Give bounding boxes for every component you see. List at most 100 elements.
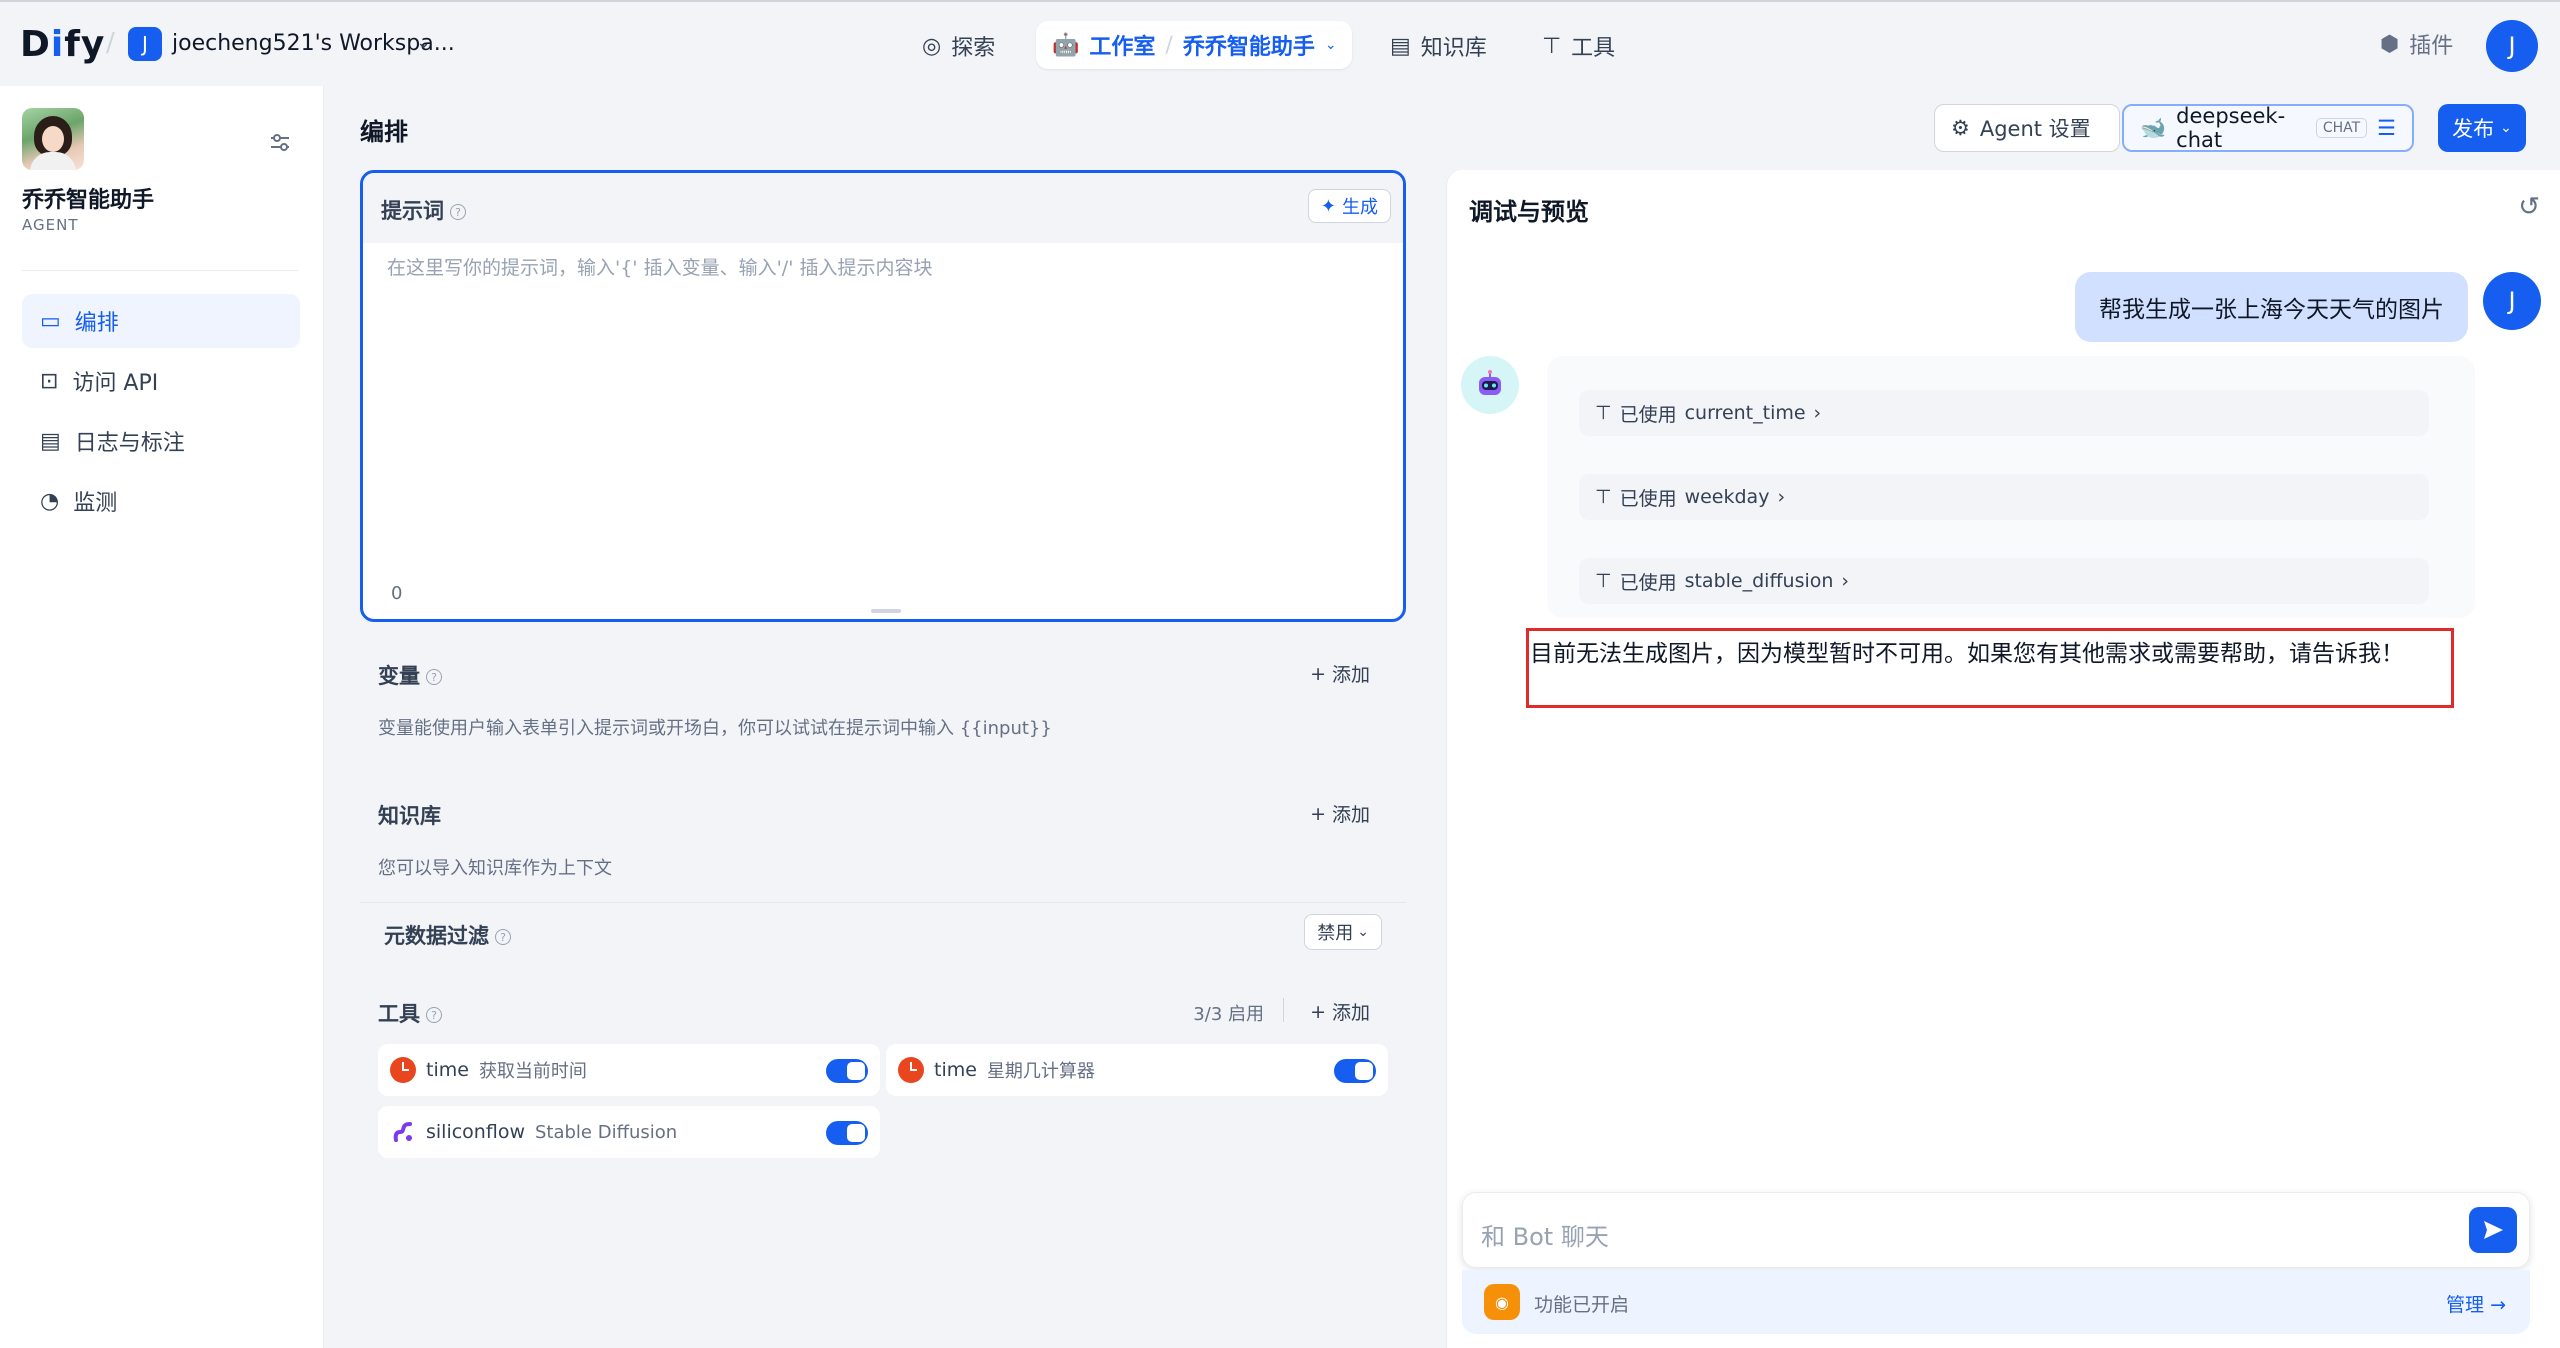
model-selector[interactable]: 🐋 deepseek-chat CHAT ☰ bbox=[2122, 104, 2414, 152]
prompt-editor[interactable]: 提示词? ✦ 生成 在这里写你的提示词，输入'{' 插入变量、输入'/' 插入提… bbox=[360, 170, 1406, 622]
add-label: 添加 bbox=[1331, 664, 1370, 686]
nav-tools-label: 工具 bbox=[1571, 36, 1616, 61]
hammer-icon: ⊤ bbox=[1595, 486, 1612, 508]
plus-icon: + bbox=[1310, 662, 1326, 685]
help-icon[interactable]: ? bbox=[495, 929, 511, 945]
debug-panel: 调试与预览 ↺ 帮我生成一张上海今天天气的图片 J ⊤ 已使用 current_… bbox=[1446, 170, 2560, 1348]
variables-desc: 变量能使用户输入表单引入提示词或开场白，你可以试试在提示词中输入 {{input… bbox=[378, 718, 1052, 739]
tool-used-prefix: 已使用 bbox=[1619, 403, 1677, 426]
tool-used-item[interactable]: ⊤ 已使用 current_time › bbox=[1579, 390, 2429, 436]
sidebar-item-label: 编排 bbox=[74, 311, 119, 336]
whale-icon: 🐋 bbox=[2140, 115, 2167, 140]
tool-desc: 星期几计算器 bbox=[986, 1061, 1095, 1082]
publish-button[interactable]: 发布 ⌄ bbox=[2438, 104, 2526, 152]
plugins-link[interactable]: ⬢ 插件 bbox=[2380, 28, 2453, 60]
settings-sliders-icon[interactable] bbox=[268, 130, 292, 154]
sidebar-item-api[interactable]: ⊡ 访问 API bbox=[22, 354, 300, 408]
sparkle-icon: ✦ bbox=[1320, 195, 1336, 217]
gauge-icon: ◔ bbox=[40, 488, 60, 514]
sidebar-item-orchestrate[interactable]: ▭ 编排 bbox=[22, 294, 300, 348]
siliconflow-icon bbox=[393, 1122, 412, 1142]
tool-used-name: stable_diffusion bbox=[1684, 570, 1834, 592]
chat-input-placeholder[interactable]: 和 Bot 聊天 bbox=[1481, 1217, 1609, 1252]
tool-item[interactable]: time 获取当前时间 bbox=[378, 1044, 880, 1096]
feature-icon: ◉ bbox=[1484, 1284, 1520, 1320]
help-icon[interactable]: ? bbox=[450, 204, 466, 220]
variables-card: 变量? + 添加 变量能使用户输入表单引入提示词或开场白，你可以试试在提示词中输… bbox=[360, 636, 1406, 762]
tool-name: time bbox=[426, 1059, 469, 1081]
sidebar-item-label: 日志与标注 bbox=[74, 431, 185, 456]
help-icon[interactable]: ? bbox=[426, 1007, 442, 1023]
dify-logo[interactable]: Dify bbox=[20, 24, 105, 65]
chevron-right-icon: › bbox=[1813, 402, 1822, 424]
generate-button[interactable]: ✦ 生成 bbox=[1307, 189, 1391, 223]
nav-explore[interactable]: ◎ 探索 bbox=[922, 26, 995, 66]
user-avatar: J bbox=[2483, 272, 2541, 330]
divider bbox=[360, 902, 1406, 903]
bot-message: ⊤ 已使用 current_time › ⊤ 已使用 weekday › ⊤ 已… bbox=[1547, 356, 2475, 618]
nav-studio-label: 工作室 bbox=[1089, 35, 1156, 60]
chevron-right-icon: › bbox=[1777, 486, 1786, 508]
help-icon[interactable]: ? bbox=[426, 669, 442, 685]
sidebar-item-label: 访问 API bbox=[72, 371, 159, 396]
plus-icon: + bbox=[1310, 802, 1326, 825]
tool-used-item[interactable]: ⊤ 已使用 weekday › bbox=[1579, 474, 2429, 520]
model-name: deepseek-chat bbox=[2176, 104, 2286, 152]
highlight-box bbox=[1526, 628, 2454, 708]
tool-item[interactable]: time 星期几计算器 bbox=[886, 1044, 1388, 1096]
chevron-right-icon: › bbox=[1841, 570, 1850, 592]
tool-used-item[interactable]: ⊤ 已使用 stable_diffusion › bbox=[1579, 558, 2429, 604]
chevron-down-icon: ⌄ bbox=[1357, 924, 1369, 940]
chevron-down-icon[interactable]: ⌄ bbox=[1325, 37, 1337, 53]
nav-tools[interactable]: ⊤ 工具 bbox=[1542, 26, 1615, 66]
current-app-label[interactable]: 乔乔智能助手 bbox=[1183, 29, 1315, 61]
prompt-header bbox=[363, 173, 1403, 243]
tool-toggle[interactable] bbox=[1334, 1059, 1376, 1083]
nav-studio[interactable]: 🤖 工作室 / 乔乔智能助手 ⌄ bbox=[1036, 21, 1352, 69]
prompt-placeholder[interactable]: 在这里写你的提示词，输入'{' 插入变量、输入'/' 插入提示内容块 bbox=[387, 253, 932, 280]
tool-toggle[interactable] bbox=[826, 1059, 868, 1083]
hammer-icon: ⊤ bbox=[1595, 570, 1612, 592]
debug-title: 调试与预览 bbox=[1469, 198, 1589, 226]
refresh-icon[interactable]: ↺ bbox=[2518, 192, 2540, 222]
user-message: 帮我生成一张上海今天天气的图片 bbox=[2075, 272, 2468, 342]
user-avatar[interactable]: J bbox=[2486, 20, 2538, 72]
clock-icon bbox=[390, 1057, 416, 1083]
add-variable-button[interactable]: + 添加 bbox=[1310, 660, 1370, 687]
add-tool-button[interactable]: + 添加 bbox=[1310, 998, 1370, 1025]
metadata-filter-select[interactable]: 禁用 ⌄ bbox=[1304, 914, 1382, 950]
tool-toggle[interactable] bbox=[826, 1121, 868, 1145]
feature-text: 功能已开启 bbox=[1534, 1294, 1630, 1316]
cube-icon: ⬢ bbox=[2380, 31, 2400, 57]
generate-label: 生成 bbox=[1342, 197, 1378, 218]
log-icon: ▤ bbox=[40, 428, 61, 454]
agent-settings-button[interactable]: ⚙ Agent 设置 bbox=[1934, 104, 2120, 152]
tools-title: 工具? bbox=[378, 998, 442, 1028]
compass-icon: ◎ bbox=[922, 33, 942, 59]
chat-input[interactable]: 和 Bot 聊天 bbox=[1462, 1192, 2530, 1268]
app-avatar bbox=[22, 108, 84, 170]
chevron-down-icon[interactable]: ⌄ bbox=[416, 32, 431, 53]
book-icon: ▤ bbox=[1390, 33, 1411, 59]
sidebar-item-monitor[interactable]: ◔ 监测 bbox=[22, 474, 300, 528]
sliders-icon[interactable]: ☰ bbox=[2377, 116, 2396, 140]
tool-desc: 获取当前时间 bbox=[478, 1061, 587, 1082]
tools-enabled-count: 3/3 启用 bbox=[1193, 1004, 1264, 1025]
workspace-avatar[interactable]: J bbox=[128, 27, 162, 61]
tool-name: time bbox=[934, 1059, 977, 1081]
clock-icon bbox=[898, 1057, 924, 1083]
metadata-filter-value: 禁用 bbox=[1317, 923, 1354, 944]
send-button[interactable] bbox=[2469, 1207, 2517, 1253]
robot-icon bbox=[1479, 370, 1501, 395]
nav-knowledge[interactable]: ▤ 知识库 bbox=[1390, 26, 1487, 66]
add-knowledge-button[interactable]: + 添加 bbox=[1310, 800, 1370, 827]
tool-item[interactable]: siliconflow Stable Diffusion bbox=[378, 1106, 880, 1158]
workspace-name[interactable]: joecheng521's Workspa... bbox=[172, 31, 455, 56]
sidebar-item-logs[interactable]: ▤ 日志与标注 bbox=[22, 414, 300, 468]
add-label: 添加 bbox=[1331, 1002, 1370, 1024]
layout-icon: ▭ bbox=[40, 308, 61, 334]
robot-icon: 🤖 bbox=[1052, 32, 1080, 58]
divider: / bbox=[1165, 32, 1173, 58]
resize-handle[interactable] bbox=[871, 609, 901, 613]
manage-link[interactable]: 管理 → bbox=[2446, 1290, 2506, 1317]
